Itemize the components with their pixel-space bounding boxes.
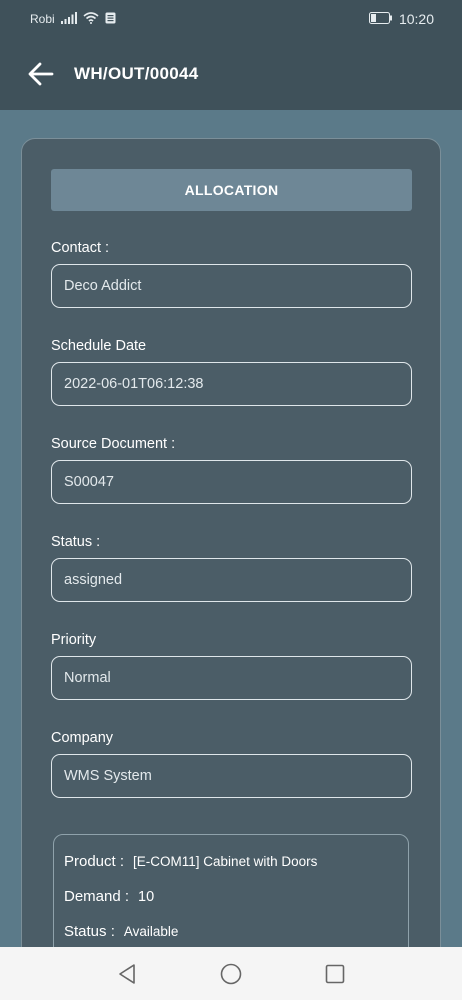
company-field[interactable]: WMS System bbox=[51, 754, 412, 798]
line-status-label: Status : bbox=[64, 923, 115, 940]
nav-back-button[interactable] bbox=[112, 959, 142, 989]
schedule-date-label: Schedule Date bbox=[51, 338, 147, 354]
nav-home-button[interactable] bbox=[216, 959, 246, 989]
status-bar: Robi 10:20 bbox=[0, 0, 462, 38]
carrier-name: Robi bbox=[30, 12, 55, 26]
demand-label: Demand : bbox=[64, 888, 130, 905]
battery-icon bbox=[368, 11, 393, 27]
priority-field[interactable]: Normal bbox=[51, 656, 412, 700]
clock: 10:20 bbox=[398, 11, 434, 27]
product-row: Product : [E-COM11] Cabinet with Doors bbox=[64, 853, 317, 870]
allocation-button[interactable]: ALLOCATION bbox=[51, 169, 412, 211]
page-title: WH/OUT/00044 bbox=[74, 64, 199, 83]
priority-label: Priority bbox=[51, 632, 97, 648]
transfer-details-card: ALLOCATION Contact : Deco Addict Schedul… bbox=[21, 138, 441, 968]
recents-square-icon bbox=[325, 964, 345, 983]
status-label: Status : bbox=[51, 534, 101, 550]
product-label: Product : bbox=[64, 853, 125, 870]
source-document-field[interactable]: S00047 bbox=[51, 460, 412, 504]
back-triangle-icon bbox=[119, 963, 135, 984]
arrow-left-icon bbox=[28, 62, 54, 86]
signal-icon bbox=[60, 11, 77, 27]
status-right: 10:20 bbox=[368, 11, 434, 27]
line-status-row: Status : Available bbox=[64, 923, 178, 940]
contact-field[interactable]: Deco Addict bbox=[51, 264, 412, 308]
contact-label: Contact : bbox=[51, 240, 110, 256]
line-status-value: Available bbox=[123, 924, 179, 939]
sim-icon bbox=[105, 12, 116, 27]
status-field[interactable]: assigned bbox=[51, 558, 412, 602]
demand-row: Demand : 10 bbox=[64, 888, 154, 905]
system-nav-bar bbox=[0, 947, 462, 1000]
company-label: Company bbox=[51, 730, 114, 746]
app-bar: WH/OUT/00044 bbox=[0, 38, 462, 110]
back-button[interactable] bbox=[26, 59, 56, 89]
product-value: [E-COM11] Cabinet with Doors bbox=[133, 854, 318, 869]
status-left: Robi bbox=[30, 11, 116, 27]
home-circle-icon bbox=[220, 963, 242, 984]
schedule-date-field[interactable]: 2022-06-01T06:12:38 bbox=[51, 362, 412, 406]
demand-value: 10 bbox=[138, 889, 155, 905]
nav-recents-button[interactable] bbox=[320, 959, 350, 989]
wifi-icon bbox=[83, 11, 99, 27]
source-document-label: Source Document : bbox=[51, 436, 176, 452]
